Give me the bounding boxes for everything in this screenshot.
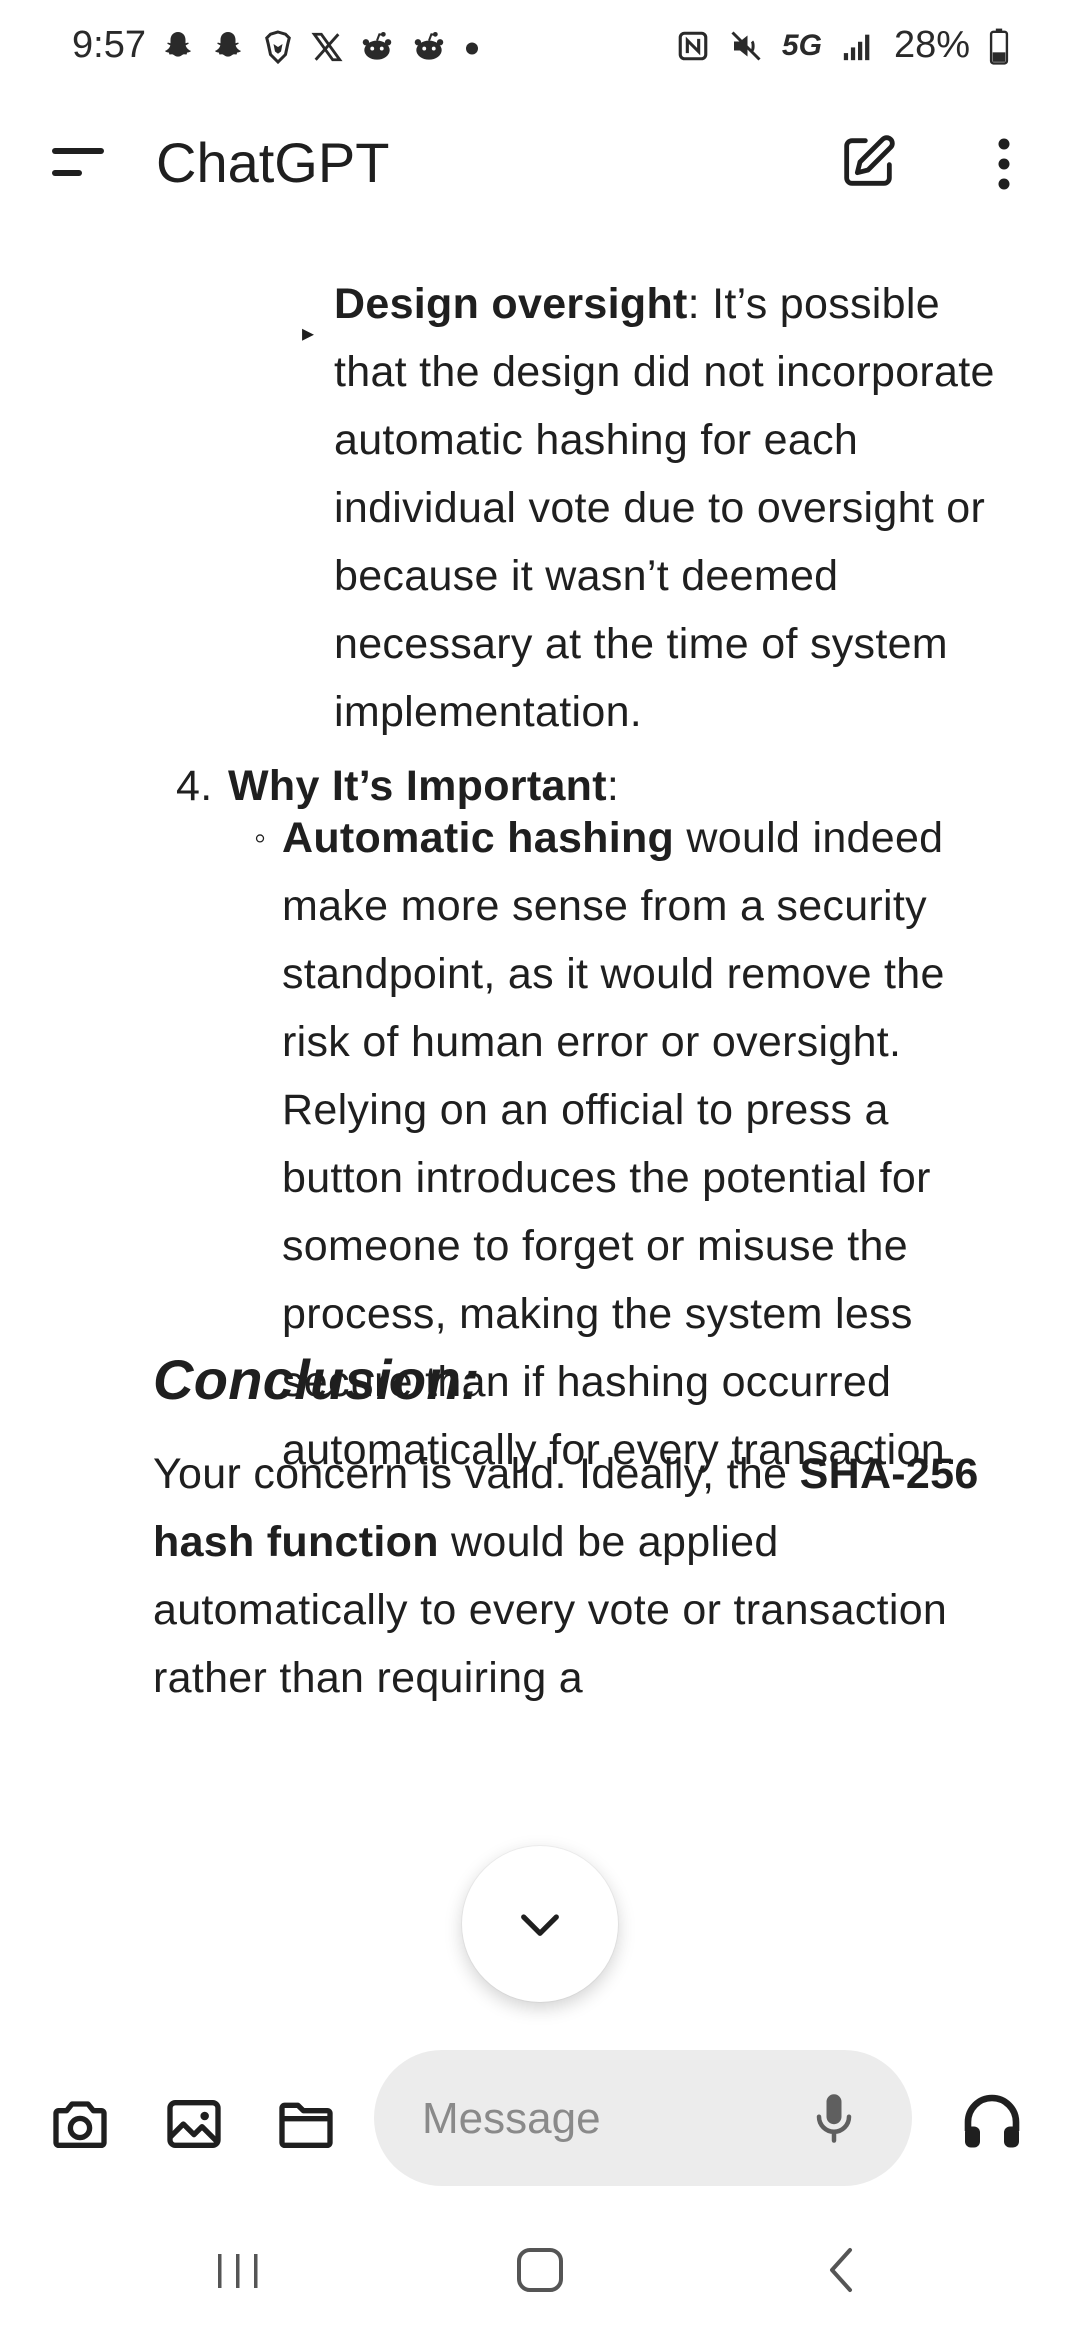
home-button[interactable] <box>510 2240 570 2300</box>
snapchat-icon <box>214 32 242 57</box>
reddit-icon <box>414 31 444 60</box>
app-bar: ChatGPT <box>0 96 1080 230</box>
more-vert-icon <box>998 138 1010 190</box>
design-oversight-text: : It’s possible that the design did not … <box>334 280 995 736</box>
composer-bar <box>0 2030 1080 2200</box>
image-icon <box>167 2100 221 2148</box>
camera-button[interactable] <box>48 2092 112 2156</box>
edit-icon <box>844 135 895 186</box>
camera-icon <box>53 2101 107 2148</box>
list-item-4-colon: : <box>606 762 620 810</box>
more-options-button[interactable] <box>980 134 1028 194</box>
app-title: ChatGPT <box>156 131 390 194</box>
menu-button[interactable] <box>48 136 108 190</box>
notification-icons <box>160 28 482 66</box>
design-oversight-paragraph: Design oversight: It’s possible that the… <box>334 270 1014 746</box>
circle-bullet-icon: ◦ <box>254 819 267 857</box>
back-icon <box>830 2248 852 2292</box>
network-type: 5G <box>781 28 822 62</box>
folder-button[interactable] <box>274 2092 338 2156</box>
recent-apps-icon <box>218 2254 258 2288</box>
mic-button[interactable] <box>804 2088 864 2148</box>
reddit-icon <box>362 31 392 60</box>
new-chat-button[interactable] <box>836 130 900 194</box>
message-field[interactable] <box>374 2050 912 2186</box>
nfc-icon <box>678 31 708 60</box>
system-icons: 5G 28% <box>676 24 1010 67</box>
status-time: 9:57 <box>72 24 146 66</box>
list-item-4-label: Why It’s Important <box>228 762 607 810</box>
battery-icon <box>989 28 1009 65</box>
message-input[interactable] <box>420 2088 784 2150</box>
screen: 9:57 5G 28% ChatGPT ▸ Design oversight: … <box>0 0 1080 2340</box>
more-notifications-dot-icon <box>466 42 478 55</box>
battery-percent: 28% <box>893 24 970 66</box>
home-icon <box>517 2248 563 2292</box>
mic-icon <box>816 2094 852 2143</box>
voice-mode-button[interactable] <box>956 2086 1028 2158</box>
conclusion-intro: Your concern is valid. Ideally, the <box>153 1450 800 1498</box>
list-number: 4. <box>176 762 213 810</box>
scroll-to-bottom-button[interactable] <box>462 1846 618 2002</box>
design-oversight-label: Design oversight <box>334 280 688 328</box>
chevron-down-icon <box>521 1914 559 1936</box>
folder-icon <box>279 2102 333 2148</box>
conclusion-paragraph: Your concern is valid. Ideally, the SHA-… <box>153 1440 1003 1712</box>
back-button[interactable] <box>812 2240 872 2300</box>
x-icon <box>311 32 343 62</box>
status-bar: 9:57 5G 28% <box>0 0 1080 96</box>
recent-apps-button[interactable] <box>208 2240 268 2300</box>
system-nav-bar <box>0 2200 1080 2340</box>
image-button[interactable] <box>162 2092 226 2156</box>
headphones-icon <box>964 2094 1020 2148</box>
triangle-bullet-icon: ▸ <box>302 320 315 347</box>
snapchat-icon <box>164 32 192 57</box>
mute-icon <box>731 30 761 61</box>
conclusion-heading: Conclusion: <box>153 1348 480 1411</box>
chat-message: ▸ Design oversight: It’s possible that t… <box>0 230 1080 2030</box>
automatic-hashing-label: Automatic hashing <box>282 814 675 862</box>
brave-icon <box>265 30 291 65</box>
signal-icon <box>843 34 870 60</box>
menu-icon <box>52 148 104 176</box>
